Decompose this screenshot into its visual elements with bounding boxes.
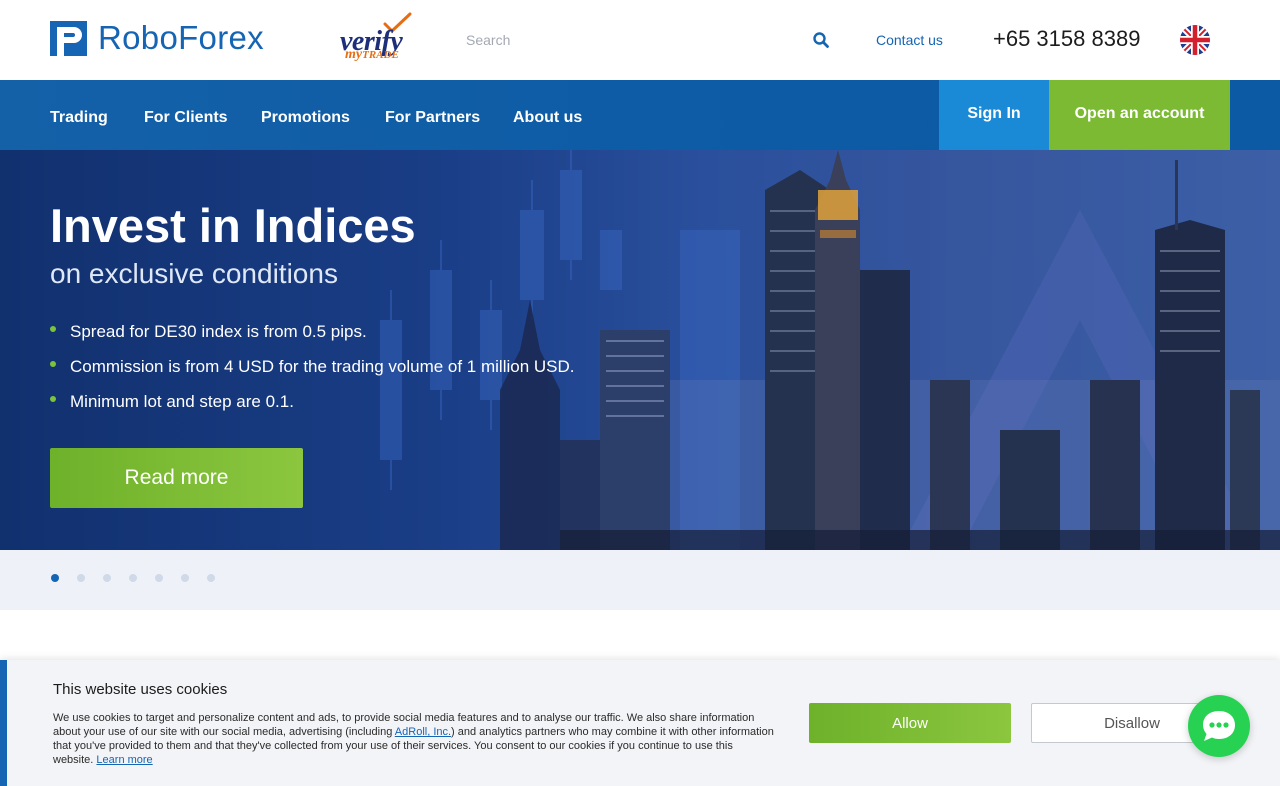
hero-bullet-list: Spread for DE30 index is from 0.5 pips. … — [50, 320, 575, 425]
slide-dot-4[interactable] — [129, 574, 137, 582]
open-account-button[interactable]: Open an account — [1049, 80, 1230, 150]
nav-trading[interactable]: Trading — [50, 109, 108, 127]
slide-dot-3[interactable] — [103, 574, 111, 582]
nav-about-us[interactable]: About us — [513, 109, 582, 127]
slide-dot-6[interactable] — [181, 574, 189, 582]
slide-dot-7[interactable] — [207, 574, 215, 582]
phone-number[interactable]: +65 3158 8389 — [993, 26, 1140, 52]
search-icon[interactable] — [812, 31, 830, 49]
brand-name: RoboForex — [98, 19, 264, 56]
verify-my-trade-badge[interactable]: verify myTRADE — [338, 12, 424, 64]
adroll-link[interactable]: AdRoll, Inc. — [395, 726, 451, 738]
uk-flag-icon[interactable] — [1180, 25, 1210, 55]
slide-dot-1[interactable] — [51, 574, 59, 582]
nav-for-partners[interactable]: For Partners — [385, 109, 480, 127]
bullet-item: Minimum lot and step are 0.1. — [50, 390, 575, 425]
nav-for-clients[interactable]: For Clients — [144, 109, 228, 127]
allow-cookies-button[interactable]: Allow — [809, 703, 1011, 743]
hero-title: Invest in Indices — [50, 199, 416, 252]
hero-banner: Invest in Indices on exclusive condition… — [0, 150, 1280, 550]
slide-dot-2[interactable] — [77, 574, 85, 582]
top-header: RoboForex verify myTRADE Contact us +65 … — [0, 0, 1280, 80]
chat-bubble-icon — [1203, 711, 1235, 741]
cookie-banner-accent — [0, 660, 7, 786]
roboforex-logo[interactable]: RoboForex — [50, 19, 264, 56]
cookie-title: This website uses cookies — [53, 681, 228, 698]
slider-pagination — [0, 550, 1280, 610]
search-input[interactable] — [466, 28, 796, 52]
verify-subtext: myTRADE — [345, 47, 399, 62]
bullet-item: Commission is from 4 USD for the trading… — [50, 355, 575, 390]
nav-promotions[interactable]: Promotions — [261, 109, 350, 127]
slide-dot-5[interactable] — [155, 574, 163, 582]
learn-more-link[interactable]: Learn more — [96, 754, 152, 766]
chat-button[interactable] — [1188, 695, 1250, 757]
cookie-consent-banner: This website uses cookies We use cookies… — [0, 660, 1280, 786]
read-more-button[interactable]: Read more — [50, 448, 303, 508]
bullet-item: Spread for DE30 index is from 0.5 pips. — [50, 320, 575, 355]
main-navigation: Trading For Clients Promotions For Partn… — [0, 80, 1280, 150]
hero-subtitle: on exclusive conditions — [50, 258, 338, 289]
sign-in-button[interactable]: Sign In — [939, 80, 1049, 150]
roboforex-logo-icon — [50, 20, 87, 56]
contact-us-link[interactable]: Contact us — [876, 32, 943, 48]
cookie-description: We use cookies to target and personalize… — [53, 712, 774, 766]
